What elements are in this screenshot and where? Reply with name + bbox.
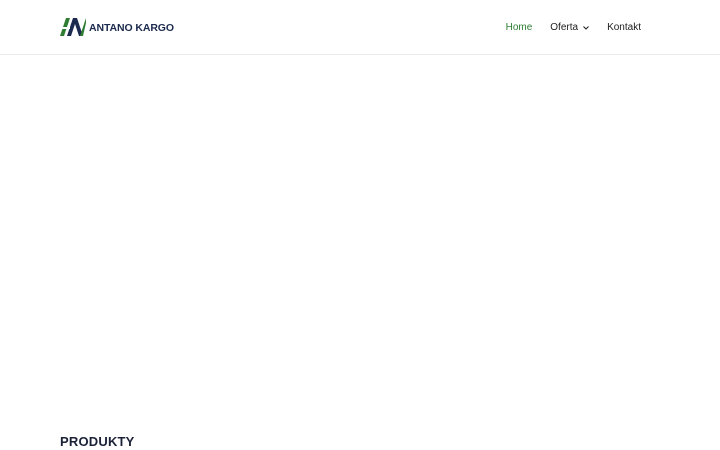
chevron-down-icon <box>583 22 589 33</box>
logo-icon <box>60 18 86 36</box>
nav-item-kontakt[interactable]: Kontakt <box>607 22 641 33</box>
main-nav: Home Oferta Kontakt <box>506 0 641 55</box>
logo-link[interactable]: ANTANO KARGO <box>60 17 174 37</box>
nav-item-label: Kontakt <box>607 22 641 33</box>
nav-item-oferta[interactable]: Oferta <box>550 22 589 33</box>
section-title: PRODUKTY <box>60 433 135 449</box>
nav-item-label: Oferta <box>550 22 579 33</box>
nav-item-home[interactable]: Home <box>506 22 533 33</box>
site-header: ANTANO KARGO Home Oferta Kontakt <box>0 0 720 55</box>
nav-item-label: Home <box>505 22 533 33</box>
logo-text: ANTANO KARGO <box>89 21 174 34</box>
